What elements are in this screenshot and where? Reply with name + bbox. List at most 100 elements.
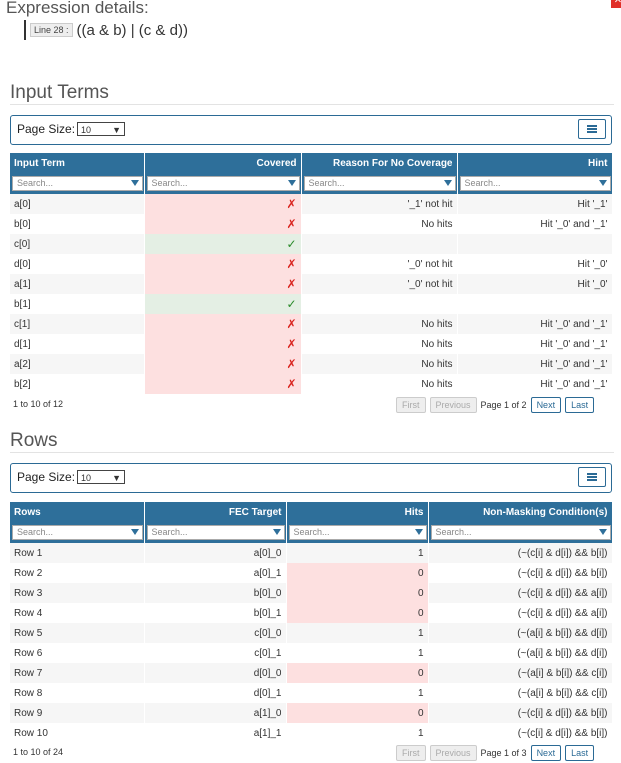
filter-input-term[interactable]: Search...	[12, 175, 143, 191]
close-icon[interactable]: ✕	[611, 0, 621, 8]
filter-covered[interactable]: Search...	[146, 175, 300, 191]
table-row[interactable]: Row 5 c[0]_0 1 (~(a[i] & b[i]) && d[i])	[10, 623, 612, 643]
cell-hint	[457, 294, 612, 314]
search-placeholder: Search...	[293, 526, 330, 537]
column-menu-button[interactable]	[578, 119, 606, 139]
filter-icon[interactable]	[287, 179, 296, 186]
cell-fec-target: a[1]_0	[144, 703, 286, 723]
table-row[interactable]: Row 6 c[0]_1 1 (~(a[i] & b[i]) && d[i])	[10, 643, 612, 663]
col-header-hits[interactable]: Hits	[286, 502, 429, 523]
col-header-covered[interactable]: Covered	[144, 153, 302, 174]
filter-rows[interactable]: Search...	[12, 524, 143, 540]
table-row[interactable]: b[1] ✓	[10, 294, 612, 314]
rows-title: Rows	[10, 430, 58, 451]
cell-hint	[457, 234, 612, 254]
table-row[interactable]: a[0] ✗ '_1' not hit Hit '_1'	[10, 194, 612, 214]
table-row[interactable]: Row 9 a[1]_0 0 (~(c[i] & d[i]) && b[i])	[10, 703, 612, 723]
table-row[interactable]: b[2] ✗ No hits Hit '_0' and '_1'	[10, 374, 612, 394]
filter-fec-target[interactable]: Search...	[146, 524, 285, 540]
search-placeholder: Search...	[151, 526, 188, 537]
table-row[interactable]: d[0] ✗ '_0' not hit Hit '_0'	[10, 254, 612, 274]
cross-icon: ✗	[286, 277, 297, 291]
cell-hint: Hit '_0'	[457, 274, 612, 294]
divider	[10, 104, 614, 105]
cell-input-term: d[0]	[10, 254, 144, 274]
cell-hits: 0	[286, 663, 428, 683]
col-header-rows[interactable]: Rows	[10, 502, 145, 523]
col-header-fec-target[interactable]: FEC Target	[144, 502, 287, 523]
first-button[interactable]: First	[396, 397, 426, 413]
table-row[interactable]: b[0] ✗ No hits Hit '_0' and '_1'	[10, 214, 612, 234]
table-row[interactable]: Row 4 b[0]_1 0 (~(c[i] & d[i]) && a[i])	[10, 603, 612, 623]
previous-button[interactable]: Previous	[429, 397, 477, 413]
cell-hits: 1	[286, 723, 428, 743]
table-row[interactable]: Row 8 d[0]_1 1 (~(a[i] & b[i]) && c[i])	[10, 683, 612, 703]
cell-row: Row 10	[10, 723, 144, 743]
page-size-select[interactable]: 10 ▼	[77, 122, 125, 136]
page-size-select[interactable]: 10 ▼	[77, 470, 125, 484]
col-header-non-masking[interactable]: Non-Masking Condition(s)	[428, 502, 613, 523]
filter-icon[interactable]	[598, 528, 607, 535]
cell-reason: No hits	[301, 374, 457, 394]
cell-input-term: b[2]	[10, 374, 144, 394]
table-row[interactable]: d[1] ✗ No hits Hit '_0' and '_1'	[10, 334, 612, 354]
caret-down-icon: ▼	[112, 473, 121, 483]
divider	[10, 452, 614, 453]
search-placeholder: Search...	[308, 177, 345, 188]
filter-hint[interactable]: Search...	[459, 175, 611, 191]
table-row[interactable]: Row 1 a[0]_0 1 (~(c[i] & d[i]) && b[i])	[10, 543, 612, 563]
filter-icon[interactable]	[130, 528, 139, 535]
cell-covered: ✗	[144, 194, 301, 214]
expression-title: Expression details:	[6, 0, 149, 17]
table-row[interactable]: a[2] ✗ No hits Hit '_0' and '_1'	[10, 354, 612, 374]
col-header-hint[interactable]: Hint	[457, 153, 613, 174]
page-size-label: Page Size:	[17, 470, 76, 484]
input-terms-toolbar: Page Size: 10 ▼	[10, 115, 612, 145]
rows-toolbar: Page Size: 10 ▼	[10, 463, 612, 493]
cell-input-term: a[1]	[10, 274, 144, 294]
cell-row: Row 9	[10, 703, 144, 723]
column-menu-button[interactable]	[578, 467, 606, 487]
table-row[interactable]: Row 3 b[0]_0 0 (~(c[i] & d[i]) && a[i])	[10, 583, 612, 603]
filter-icon[interactable]	[598, 179, 607, 186]
table-row[interactable]: a[1] ✗ '_0' not hit Hit '_0'	[10, 274, 612, 294]
cell-reason: '_0' not hit	[301, 254, 457, 274]
cell-fec-target: d[0]_0	[144, 663, 286, 683]
page-size-value: 10	[81, 473, 92, 483]
last-button[interactable]: Last	[565, 397, 595, 413]
rows-pager: First Previous Page 1 of 3 Next Last	[396, 745, 595, 761]
col-header-reason[interactable]: Reason For No Coverage	[301, 153, 458, 174]
next-button[interactable]: Next	[530, 745, 562, 761]
search-placeholder: Search...	[435, 526, 472, 537]
cross-icon: ✗	[286, 257, 297, 271]
col-header-input-term[interactable]: Input Term	[10, 153, 145, 174]
page-size-value: 10	[81, 125, 92, 135]
filter-hits[interactable]: Search...	[288, 524, 427, 540]
filter-reason[interactable]: Search...	[303, 175, 456, 191]
filter-icon[interactable]	[443, 179, 452, 186]
cell-hint: Hit '_1'	[457, 194, 612, 214]
previous-button[interactable]: Previous	[429, 745, 477, 761]
page-info: Page 1 of 3	[480, 748, 527, 758]
first-button[interactable]: First	[396, 745, 426, 761]
last-button[interactable]: Last	[565, 745, 595, 761]
next-button[interactable]: Next	[530, 397, 562, 413]
cell-hint: Hit '_0' and '_1'	[457, 374, 612, 394]
cell-input-term: b[1]	[10, 294, 144, 314]
cell-hint: Hit '_0' and '_1'	[457, 354, 612, 374]
cell-condition: (~(c[i] & d[i]) && a[i])	[428, 583, 612, 603]
filter-non-masking[interactable]: Search...	[430, 524, 611, 540]
table-row[interactable]: c[0] ✓	[10, 234, 612, 254]
cell-covered: ✗	[144, 314, 301, 334]
table-row[interactable]: Row 7 d[0]_0 0 (~(a[i] & b[i]) && c[i])	[10, 663, 612, 683]
table-row[interactable]: Row 10 a[1]_1 1 (~(c[i] & d[i]) && b[i])	[10, 723, 612, 743]
table-row[interactable]: c[1] ✗ No hits Hit '_0' and '_1'	[10, 314, 612, 334]
filter-icon[interactable]	[272, 528, 281, 535]
filter-icon[interactable]	[130, 179, 139, 186]
cell-covered: ✗	[144, 334, 301, 354]
filter-icon[interactable]	[414, 528, 423, 535]
cell-input-term: d[1]	[10, 334, 144, 354]
table-row[interactable]: Row 2 a[0]_1 0 (~(c[i] & d[i]) && b[i])	[10, 563, 612, 583]
cell-row: Row 8	[10, 683, 144, 703]
cell-condition: (~(c[i] & d[i]) && a[i])	[428, 603, 612, 623]
